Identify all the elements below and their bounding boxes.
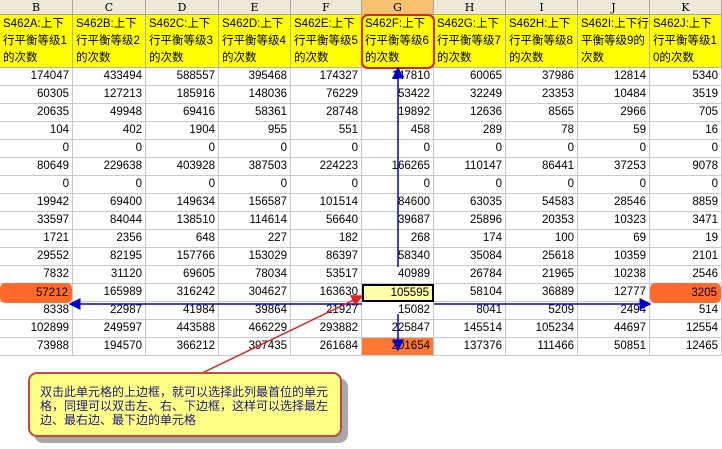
spreadsheet: BCDEFGHIJK S462A:上下行平衡等级1的次数 S462B:上下行平衡等… [0,0,722,449]
arrow-callout [197,295,364,376]
callout-note: 双击此单元格的上边框，就可以选择此列最首位的单元格，同理可以双击左、右、下边框，… [28,372,342,437]
callout-text: 双击此单元格的上边框，就可以选择此列最首位的单元格，同理可以双击左、右、下边框，… [40,385,329,427]
